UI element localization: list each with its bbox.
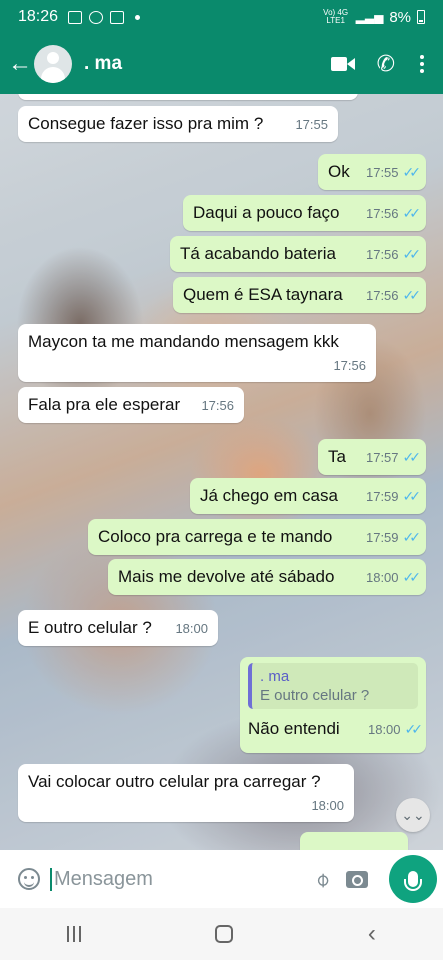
message-time: 17:56: [333, 358, 366, 373]
message-bubble[interactable]: Fala pra ele esperar 17:56: [18, 387, 244, 423]
notification-icons: [68, 10, 141, 24]
message-bubble[interactable]: Maycon ta me mandando mensagem kkk 17:56: [18, 324, 376, 382]
status-bar: 18:26 Vo) 4G LTE1 ▂▃▅ 8%: [0, 0, 443, 34]
message-text: Mais me devolve até sábado: [118, 567, 335, 586]
message-text: Tá acabando bateria: [180, 244, 336, 263]
message-text: Vai colocar outro celular pra carregar ?: [28, 772, 321, 791]
message-time: 17:59: [365, 529, 399, 545]
read-ticks-icon: ✓✓: [402, 568, 422, 585]
phone-icon[interactable]: ✆: [377, 53, 395, 75]
message-text: Coloco pra carrega e te mando: [98, 527, 333, 546]
message-text: Ok: [328, 162, 350, 181]
read-ticks-icon: ✓✓: [402, 245, 422, 262]
read-ticks-icon: ✓✓: [402, 528, 422, 545]
message-time: 17:56: [365, 287, 399, 303]
reply-message-bubble[interactable]: . ma E outro celular ? Não entendi 18:00…: [240, 657, 426, 753]
read-ticks-icon: ✓✓: [402, 487, 422, 504]
message-text: Daqui a pouco faço: [193, 203, 340, 222]
emoji-icon[interactable]: [18, 868, 40, 890]
message-time: 17:56: [201, 397, 234, 413]
network-indicator: Vo) 4G LTE1: [323, 8, 349, 25]
message-bubble[interactable]: Ta 17:57 ✓✓: [318, 439, 426, 475]
read-ticks-icon: ✓✓: [404, 720, 424, 737]
quoted-message[interactable]: . ma E outro celular ?: [248, 663, 418, 709]
mic-button[interactable]: [389, 855, 437, 903]
message-bubble[interactable]: Vai colocar outro celular pra carregar ?…: [18, 764, 354, 822]
read-ticks-icon: ✓✓: [402, 204, 422, 221]
quoted-author: . ma: [260, 668, 290, 685]
message-bubble[interactable]: E outro celular ? 18:00: [18, 610, 218, 646]
nav-back-icon[interactable]: ‹: [368, 920, 376, 948]
chevron-double-down-icon[interactable]: ⌄⌄: [396, 798, 430, 832]
message-bubble[interactable]: Já chego em casa 17:59 ✓✓: [190, 478, 426, 514]
message-time: 17:56: [365, 246, 399, 262]
recent-apps-icon[interactable]: [67, 926, 82, 942]
home-icon[interactable]: [215, 925, 234, 943]
system-nav-bar: ‹: [0, 908, 443, 960]
message-partial: [300, 832, 408, 850]
quoted-text: E outro celular ?: [260, 687, 370, 704]
more-vert-icon[interactable]: [417, 55, 427, 73]
message-text: E outro celular ?: [28, 618, 152, 637]
compose-bar: ⌀: [0, 850, 443, 908]
message-bubble[interactable]: Mais me devolve até sábado 18:00 ✓✓: [108, 559, 426, 595]
read-ticks-icon: ✓✓: [402, 286, 422, 303]
message-time: 17:55: [365, 164, 399, 180]
message-time: 18:00: [311, 798, 344, 813]
video-call-icon[interactable]: [330, 55, 355, 73]
message-time: 18:00: [365, 569, 399, 585]
gallery-notification-icon: [68, 10, 83, 24]
message-bubble[interactable]: Quem é ESA taynara 17:56 ✓✓: [173, 277, 426, 313]
back-arrow-icon[interactable]: ←: [2, 34, 38, 94]
signal-icon: ▂▃▅: [355, 10, 384, 24]
message-bubble[interactable]: Tá acabando bateria 17:56 ✓✓: [170, 236, 426, 272]
read-ticks-icon: ✓✓: [402, 448, 422, 465]
message-partial: [18, 94, 358, 100]
message-bubble[interactable]: Ok 17:55 ✓✓: [318, 154, 426, 190]
camera-icon[interactable]: [346, 870, 368, 888]
chat-area[interactable]: Consegue fazer isso pra mim ? 17:55 Ok 1…: [0, 94, 443, 850]
message-text: Não entendi: [248, 719, 340, 738]
paperclip-icon[interactable]: ⌀: [309, 866, 335, 892]
more-notifications-icon: [135, 14, 141, 20]
message-bubble[interactable]: Coloco pra carrega e te mando 17:59 ✓✓: [88, 519, 426, 555]
mic-icon: [404, 871, 422, 891]
instagram-notification-icon: [89, 10, 104, 24]
app-notification-icon: [110, 10, 125, 24]
message-text: Ta: [328, 447, 346, 466]
message-text: Consegue fazer isso pra mim ?: [28, 114, 264, 133]
chat-header: ← . ma ✆: [0, 34, 443, 94]
message-time: 17:55: [295, 116, 328, 132]
message-text: Fala pra ele esperar: [28, 395, 181, 414]
message-input[interactable]: [50, 867, 280, 891]
status-time: 18:26: [18, 8, 59, 25]
message-time: 17:59: [365, 488, 399, 504]
message-time: 18:00: [367, 721, 401, 737]
battery-percent: 8%: [389, 8, 411, 26]
message-text: Maycon ta me mandando mensagem kkk: [28, 332, 339, 351]
read-ticks-icon: ✓✓: [402, 163, 422, 180]
avatar[interactable]: [34, 45, 72, 83]
message-bubble[interactable]: Daqui a pouco faço 17:56 ✓✓: [183, 195, 426, 231]
compose-pill: ⌀: [6, 855, 380, 903]
message-text: Quem é ESA taynara: [183, 285, 343, 304]
battery-icon: [417, 10, 425, 24]
message-text: Já chego em casa: [200, 486, 338, 505]
contact-name[interactable]: . ma: [84, 53, 122, 75]
message-time: 17:57: [365, 449, 399, 465]
message-time: 18:00: [175, 620, 208, 636]
message-bubble[interactable]: Consegue fazer isso pra mim ? 17:55: [18, 106, 338, 142]
message-time: 17:56: [365, 205, 399, 221]
